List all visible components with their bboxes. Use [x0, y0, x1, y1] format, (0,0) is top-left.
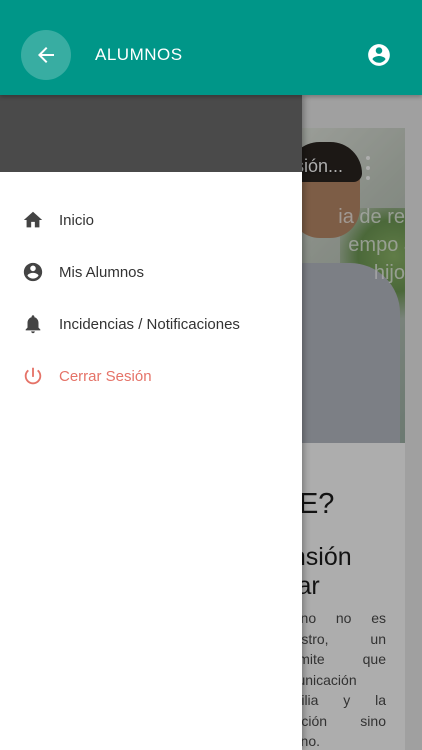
- menu-item-inicio[interactable]: Inicio: [0, 194, 302, 246]
- app-bar: ALUMNOS: [0, 0, 422, 95]
- bell-icon: [22, 313, 44, 335]
- navigation-drawer: Inicio Mis Alumnos Incidencias / Notific…: [0, 95, 302, 750]
- home-icon: [22, 209, 44, 231]
- menu-item-incidencias[interactable]: Incidencias / Notificaciones: [0, 298, 302, 350]
- account-circle-icon: [368, 44, 390, 66]
- drawer-header: [0, 95, 302, 172]
- menu-item-label: Inicio: [59, 211, 95, 229]
- drawer-menu: Inicio Mis Alumnos Incidencias / Notific…: [0, 194, 302, 402]
- power-icon: [22, 365, 44, 387]
- menu-item-cerrar-sesion[interactable]: Cerrar Sesión: [0, 350, 302, 402]
- menu-item-label: Cerrar Sesión: [59, 367, 152, 385]
- menu-item-label: Mis Alumnos: [59, 263, 145, 281]
- account-button[interactable]: [366, 42, 392, 68]
- menu-item-label: Incidencias / Notificaciones: [59, 315, 240, 333]
- back-button[interactable]: [21, 30, 71, 80]
- account-circle-icon: [22, 261, 44, 283]
- menu-item-mis-alumnos[interactable]: Mis Alumnos: [0, 246, 302, 298]
- arrow-left-icon: [38, 47, 54, 63]
- page-title: ALUMNOS: [95, 45, 183, 64]
